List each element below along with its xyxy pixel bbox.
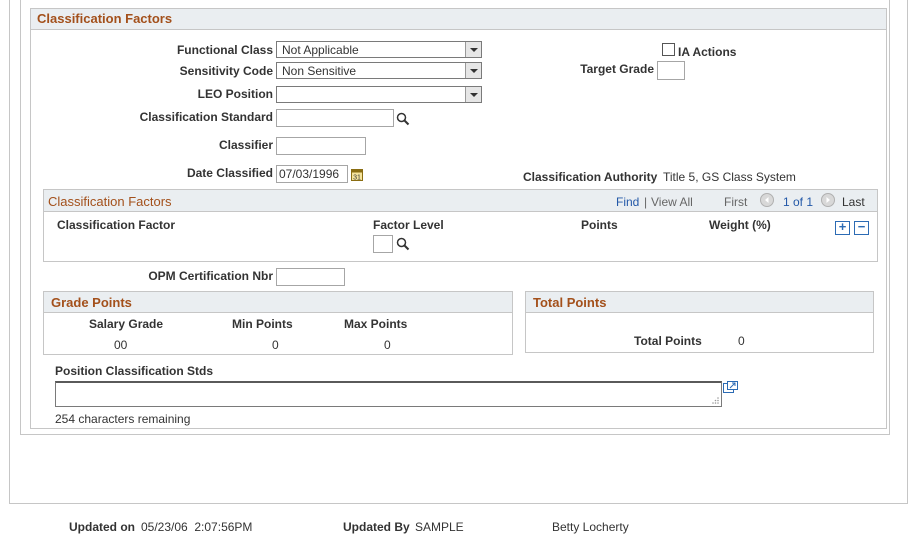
last-link[interactable]: Last — [842, 195, 865, 209]
updated-by-name: Betty Locherty — [552, 520, 629, 534]
section-title: Classification Factors — [37, 11, 173, 26]
sensitivity-code-value: Non Sensitive — [282, 64, 357, 78]
add-row-button[interactable]: + — [835, 219, 850, 235]
page-info: 1 of 1 — [783, 195, 814, 209]
date-classified-value: 07/03/1996 — [279, 167, 340, 181]
min-points-value: 0 — [272, 338, 279, 352]
leo-position-label: LEO Position — [197, 87, 273, 101]
classification-authority-label: Classification Authority — [523, 170, 658, 184]
column-header: Factor Level — [373, 218, 444, 232]
ia-actions-label: IA Actions — [678, 45, 737, 59]
search-icon[interactable] — [396, 112, 410, 126]
grade-points-box: Grade Points Salary Grade Min Points Max… — [43, 291, 513, 355]
separator: | — [644, 195, 648, 209]
minus-icon: − — [857, 219, 866, 234]
grade-points-header: Grade Points — [44, 292, 512, 313]
chevron-down-icon[interactable] — [465, 42, 481, 57]
classifier-input[interactable] — [276, 137, 366, 155]
grade-points-title: Grade Points — [51, 295, 132, 310]
next-icon[interactable] — [821, 193, 835, 207]
total-points-value: 0 — [738, 334, 745, 348]
opm-certification-input[interactable] — [276, 268, 345, 286]
ia-actions-checkbox[interactable] — [662, 43, 675, 56]
functional-class-value: Not Applicable — [282, 43, 359, 57]
previous-icon[interactable] — [760, 193, 774, 207]
column-header: Max Points — [344, 317, 408, 331]
position-stds-textarea[interactable] — [55, 381, 722, 407]
position-stds-label: Position Classification Stds — [55, 364, 214, 378]
sensitivity-code-label: Sensitivity Code — [179, 64, 273, 78]
updated-by-label: Updated By — [343, 520, 410, 534]
classification-standard-label: Classification Standard — [139, 110, 273, 124]
total-points-label: Total Points — [634, 334, 702, 348]
chevron-down-icon[interactable] — [465, 87, 481, 102]
chevron-down-icon[interactable] — [465, 63, 481, 78]
delete-row-button[interactable]: − — [854, 219, 869, 235]
functional-class-label: Functional Class — [176, 43, 273, 57]
total-points-header: Total Points — [526, 292, 873, 313]
section-header: Classification Factors — [30, 8, 887, 30]
leo-position-select[interactable] — [276, 86, 482, 103]
calendar-icon[interactable]: 31 — [351, 168, 363, 181]
functional-class-select[interactable]: Not Applicable — [276, 41, 482, 58]
column-header: Min Points — [232, 317, 293, 331]
sensitivity-code-select[interactable]: Non Sensitive — [276, 62, 482, 79]
expand-icon[interactable] — [723, 381, 738, 394]
max-points-value: 0 — [384, 338, 391, 352]
grid-title: Classification Factors — [48, 194, 172, 209]
column-header: Salary Grade — [89, 317, 164, 331]
plus-icon: + — [838, 219, 847, 234]
column-header: Points — [581, 218, 618, 232]
classification-authority-value: Title 5, GS Class System — [663, 170, 796, 184]
updated-by-value: SAMPLE — [415, 520, 464, 534]
total-points-title: Total Points — [533, 295, 607, 310]
target-grade-input[interactable] — [657, 61, 685, 80]
total-points-box: Total Points Total Points 0 — [525, 291, 874, 353]
characters-remaining: 254 characters remaining — [55, 412, 191, 426]
salary-grade-value: 00 — [114, 338, 128, 352]
column-header: Classification Factor — [57, 218, 176, 232]
classification-standard-input[interactable] — [276, 109, 394, 127]
target-grade-label: Target Grade — [580, 62, 654, 76]
view-all-link[interactable]: View All — [651, 195, 693, 209]
updated-on-value: 05/23/06 2:07:56PM — [141, 520, 253, 534]
search-icon[interactable] — [396, 237, 410, 251]
opm-certification-label: OPM Certification Nbr — [148, 269, 273, 283]
grid-header: Classification Factors Find | View All F… — [44, 190, 877, 212]
date-classified-label: Date Classified — [186, 166, 273, 180]
resize-handle-icon[interactable] — [711, 396, 720, 405]
svg-text:31: 31 — [353, 175, 361, 182]
date-classified-input[interactable]: 07/03/1996 — [276, 165, 348, 183]
factor-level-input[interactable] — [373, 235, 393, 253]
find-link[interactable]: Find — [616, 195, 639, 209]
classifier-label: Classifier — [218, 138, 273, 152]
classification-factors-grid: Classification Factors Find | View All F… — [43, 189, 878, 262]
column-header: Weight (%) — [709, 218, 771, 232]
updated-on-label: Updated on — [69, 520, 135, 534]
first-link[interactable]: First — [724, 195, 747, 209]
